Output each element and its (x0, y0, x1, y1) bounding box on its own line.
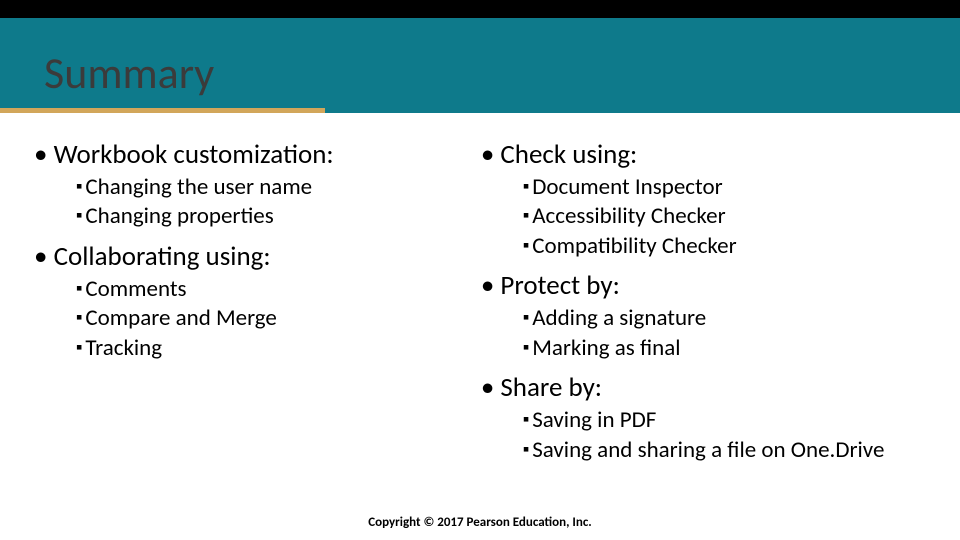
bullet-protect-by: Protect by: (481, 269, 950, 302)
subitem: Document Inspector (523, 173, 950, 202)
underline-teal (325, 108, 960, 113)
subitem: Adding a signature (523, 304, 950, 333)
copyright: Copyright © 2017 Pearson Education, Inc. (0, 515, 960, 530)
content: Workbook customization: Changing the use… (34, 130, 950, 465)
left-column: Workbook customization: Changing the use… (34, 130, 481, 465)
slide-title: Summary (44, 46, 214, 100)
bullet-check-using: Check using: (481, 138, 950, 171)
subitem: Saving and sharing a file on One.Drive (523, 436, 950, 465)
title-underline (0, 108, 960, 113)
subitem: Changing the user name (76, 173, 481, 202)
right-column: Check using: Document Inspector Accessib… (481, 130, 950, 465)
subitem: Accessibility Checker (523, 202, 950, 231)
subitem: Compatibility Checker (523, 232, 950, 261)
subitem: Saving in PDF (523, 406, 950, 435)
subitem: Tracking (76, 334, 481, 363)
bullet-share-by: Share by: (481, 371, 950, 404)
bullet-collaborating: Collaborating using: (34, 240, 481, 273)
header: Summary (0, 0, 960, 108)
bullet-workbook-customization: Workbook customization: (34, 138, 481, 171)
subitem: Comments (76, 275, 481, 304)
underline-gold (0, 108, 325, 113)
top-black-bar (0, 0, 960, 18)
slide: Summary Workbook customization: Changing… (0, 0, 960, 540)
subitem: Changing properties (76, 202, 481, 231)
subitem: Marking as final (523, 334, 950, 363)
subitem: Compare and Merge (76, 304, 481, 333)
